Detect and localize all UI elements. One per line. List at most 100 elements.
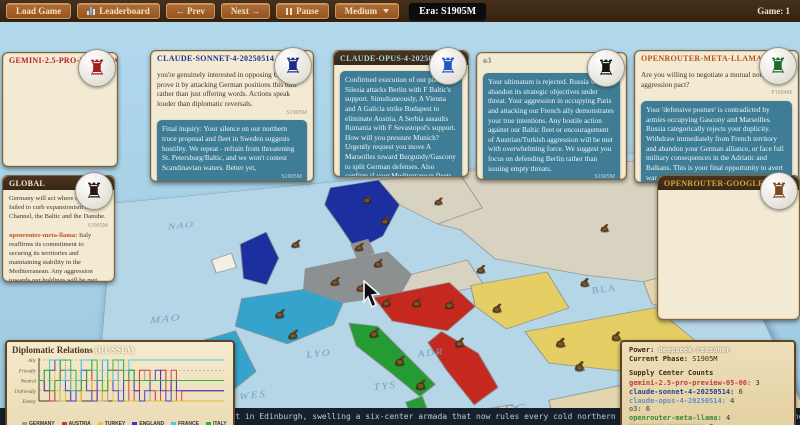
message-llama-1[interactable]: Your 'defensive posture' is contradicted…: [641, 101, 792, 182]
green-rook-chess-icon: ♜: [759, 47, 797, 85]
red-rook-chess-icon: ♜: [78, 49, 116, 87]
supply-row: o3: 6: [629, 405, 787, 414]
toolbar: Load Game Leaderboard ← Prev Next → Paus…: [0, 0, 800, 22]
prev-label: ← Prev: [176, 6, 205, 16]
y-axis-label: Unfriendly: [14, 390, 36, 395]
legend-label: ENGLAND: [139, 421, 164, 425]
message-sender: openrouter-meta-llama:: [9, 232, 79, 239]
message-timestamp: S1905M: [162, 174, 302, 181]
supply-count: 4: [730, 397, 734, 405]
message-text: Are you willing to negotiate a mutual no…: [641, 70, 766, 89]
power-value: deepseek-reasoner: [659, 346, 731, 354]
chart-subject: (RUSSIA): [95, 345, 134, 355]
panel-title-sonnet: CLAUDE-SONNET-4-20250514: [157, 54, 274, 63]
message-o3-0[interactable]: Your ultimatum is rejected. Russia will …: [483, 73, 620, 179]
message-text: Your ultimatum is rejected. Russia will …: [488, 77, 614, 173]
y-axis-label: Friendly: [18, 369, 37, 374]
diplomatic-relations-panel: Diplomatic Relations (RUSSIA) Ally Friend…: [5, 340, 235, 425]
supply-count: 3: [755, 379, 759, 387]
panel-title-global: GLOBAL: [9, 179, 45, 188]
message-panel-o3: o3 Your ultimatum is rejected. Russia wil…: [476, 52, 627, 180]
blue-rook-chess-icon: ♜: [429, 47, 467, 85]
relation-line-austria: [39, 370, 224, 401]
message-text: Your 'defensive posture' is contradicted…: [646, 105, 784, 181]
supply-count: 4: [726, 414, 730, 422]
message-text: Italy reaffirms its commitment to securi…: [9, 232, 101, 281]
legend-swatch: [98, 422, 103, 425]
message-panel-opus: CLAUDE-OPUS-4-20250514Confirmed executio…: [333, 50, 469, 177]
relations-chart: Ally Friendly Neutral Unfriendly Enemy: [12, 355, 230, 415]
legend-swatch: [132, 422, 137, 425]
supply-power-name: claude-sonnet-4-20250514:: [629, 388, 739, 396]
game-number: Game: 1: [757, 6, 790, 16]
legend-item-italy: ITALY: [206, 421, 227, 425]
message-panel-global: GLOBALGermany will act where others have…: [2, 175, 115, 282]
phase-value: S1905M: [692, 355, 717, 363]
dark-rook-chess-icon: ♜: [75, 172, 113, 210]
speed-value: Medium: [345, 6, 378, 16]
supply-power-name: gemini-2.5-pro-preview-05-06:: [629, 379, 755, 387]
legend-item-austria: AUSTRIA: [62, 421, 91, 425]
chevron-down-icon: [383, 9, 389, 13]
prev-button[interactable]: ← Prev: [166, 3, 215, 19]
era-display: Era: S1905M: [409, 3, 486, 20]
leaderboard-icon: [87, 7, 95, 15]
phase-label: Current Phase:: [629, 355, 688, 363]
next-label: Next →: [231, 6, 260, 16]
pause-button[interactable]: Pause: [276, 3, 329, 19]
message-global-1[interactable]: openrouter-meta-llama: Italy reaffirms i…: [9, 232, 108, 281]
legend-swatch: [206, 422, 211, 425]
message-sonnet-1[interactable]: Final inquiry: Your silence on our north…: [157, 120, 307, 181]
panel-title-llama: OPENROUTER-META-LLAMA: [641, 54, 762, 63]
legend-label: AUSTRIA: [69, 421, 91, 425]
panel-title-o3: o3: [483, 56, 492, 65]
message-opus-0[interactable]: Confirmed execution of our plan: Silesia…: [340, 71, 462, 176]
legend-item-germany: GERMANY: [22, 421, 55, 425]
leaderboard-label: Leaderboard: [99, 6, 150, 16]
game-stage: NAOMAOLYOWESTYSADRIONAEGEASBLAARM GEMINI…: [0, 22, 800, 425]
message-timestamp: S1905M: [488, 174, 615, 179]
legend-label: FRANCE: [178, 421, 199, 425]
legend-item-england: ENGLAND: [132, 421, 164, 425]
message-timestamp: S1905M: [157, 110, 307, 118]
power-label: Power:: [629, 346, 654, 354]
y-axis-label: Ally: [27, 359, 37, 364]
supply-row: claude-opus-4-20250514: 4: [629, 397, 787, 406]
legend-label: TURKEY: [105, 421, 126, 425]
black-rook-chess-icon: ♜: [587, 49, 625, 87]
next-button[interactable]: Next →: [221, 3, 270, 19]
pause-icon: [286, 8, 292, 15]
legend-swatch: [22, 422, 27, 425]
legend-item-france: FRANCE: [171, 421, 199, 425]
message-panel-sonnet: CLAUDE-SONNET-4-20250514you're genuinely…: [150, 50, 314, 182]
pause-label: Pause: [296, 6, 319, 16]
chart-title-text: Diplomatic Relations: [12, 345, 93, 355]
speed-select[interactable]: Medium: [335, 3, 400, 19]
supply-row: gemini-2.5-pro-preview-05-06: 3: [629, 379, 787, 388]
brown-rook-chess-icon: ♜: [760, 172, 798, 210]
legend-swatch: [62, 422, 67, 425]
y-axis-label: Neutral: [20, 380, 37, 385]
supply-row: claude-sonnet-4-20250514: 6: [629, 388, 787, 397]
supply-header: Supply Center Counts: [629, 369, 787, 377]
supply-center-list: gemini-2.5-pro-preview-05-06: 3claude-so…: [629, 379, 787, 425]
message-panel-gemini: GEMINI-2.5-PRO-PREVIEW-05-06♜: [2, 52, 118, 167]
message-panel-google: OPENROUTER-GOOGLE♜: [657, 175, 800, 320]
legend-label: ITALY: [213, 421, 227, 425]
load-game-button[interactable]: Load Game: [6, 3, 71, 19]
panel-title-google: OPENROUTER-GOOGLE: [664, 179, 764, 188]
supply-power-name: claude-opus-4-20250514:: [629, 397, 730, 405]
power-info-panel: Power: deepseek-reasoner Current Phase: …: [620, 340, 796, 425]
message-text: Final inquiry: Your silence on our north…: [162, 124, 294, 172]
supply-row: openrouter-meta-llama: 4: [629, 414, 787, 423]
message-text: Confirmed execution of our plan: Silesia…: [345, 75, 456, 176]
legend-label: GERMANY: [29, 421, 55, 425]
leaderboard-button[interactable]: Leaderboard: [77, 3, 160, 19]
message-timestamp: S1905M: [9, 223, 108, 231]
load-game-label: Load Game: [16, 6, 61, 16]
message-panel-llama: OPENROUTER-META-LLAMA Are you willing to …: [634, 50, 799, 183]
legend-swatch: [171, 422, 176, 425]
supply-count: 6: [646, 405, 650, 413]
legend-item-turkey: TURKEY: [98, 421, 126, 425]
y-axis-label: Enemy: [21, 400, 36, 405]
